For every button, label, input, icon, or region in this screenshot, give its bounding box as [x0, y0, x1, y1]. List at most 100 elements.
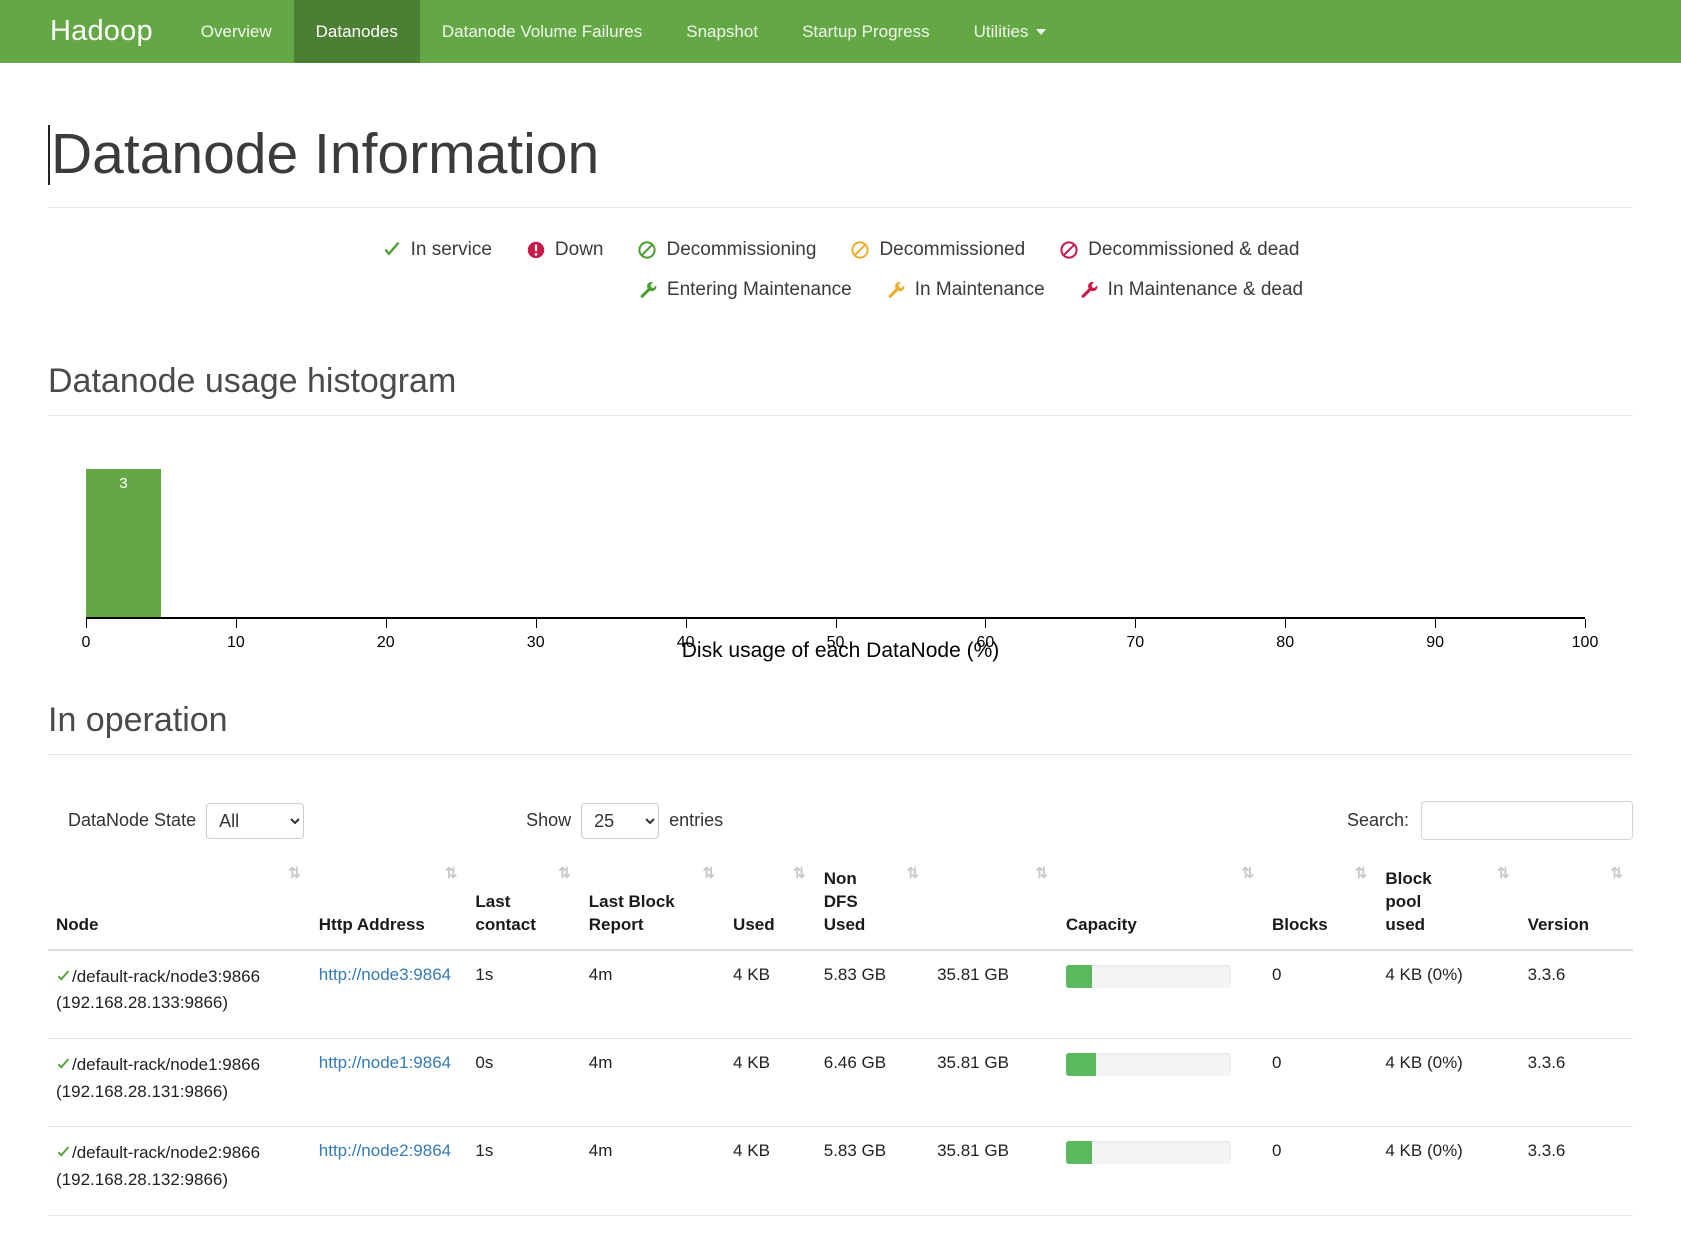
legend-entry-in-maintenance-dead: In Maintenance & dead — [1079, 270, 1303, 310]
cell-version: 3.3.6 — [1519, 1038, 1633, 1128]
column-header-last-block-report[interactable]: Last Block Report ⇅ — [580, 858, 726, 951]
cell-non-dfs-used: 5.83 GB — [815, 949, 930, 1040]
node-ip: (192.168.28.131:9866) — [56, 1081, 229, 1101]
sort-toggle-icon[interactable]: ⇅ — [1610, 864, 1623, 884]
nav-item-label: Datanodes — [315, 21, 398, 41]
sort-toggle-icon[interactable]: ⇅ — [558, 864, 571, 884]
datanodes-table: Node ⇅ Http Address ⇅ Last contact ⇅ Last Bloc… — [48, 858, 1633, 1216]
node-name: /default-rack/node3:9866 — [72, 966, 261, 986]
legend-entry-decommissioned: Decommissioned — [850, 230, 1025, 270]
cell-blocks: 0 — [1264, 949, 1378, 1040]
legend-label: In Maintenance — [914, 279, 1045, 300]
legend-entry-decommissioning: Decommissioning — [637, 230, 816, 270]
cell-non-dfs-used: 5.83 GB — [815, 1126, 930, 1216]
column-header-blocks[interactable]: Blocks ⇅ — [1264, 858, 1378, 951]
page-length-control: Show 25 entries — [526, 802, 723, 839]
node-ip: (192.168.28.133:9866) — [56, 993, 229, 1013]
cell-node: /default-rack/node3:9866 (192.168.28.133:… — [48, 949, 311, 1040]
cell-http-address: http://node2:9864 — [310, 1126, 468, 1216]
sort-toggle-icon[interactable]: ⇅ — [445, 864, 458, 884]
cell-capacity-text: 35.81 GB — [929, 1038, 1058, 1128]
nav-item-snapshot[interactable]: Snapshot — [664, 0, 780, 63]
nav-item-overview[interactable]: Overview — [179, 0, 294, 63]
column-header-spacer[interactable]: ⇅ — [929, 858, 1058, 951]
cell-used: 4 KB — [725, 949, 816, 1040]
in-operation-title: In operation — [48, 701, 1633, 755]
sort-toggle-icon[interactable]: ⇅ — [1241, 864, 1254, 884]
column-header-label: Non DFS Used — [823, 869, 866, 934]
nav-item-label: Datanode Volume Failures — [441, 21, 643, 41]
x-axis-tick — [1585, 619, 1586, 628]
cell-version: 3.3.6 — [1519, 1126, 1633, 1216]
nav-item-startup-progress[interactable]: Startup Progress — [780, 0, 952, 63]
legend-label: Decommissioning — [666, 239, 817, 260]
search-control: Search: — [1347, 801, 1633, 840]
chart-plot-area: 0 10 20 30 40 50 60 70 80 90 100 3 — [82, 444, 1598, 651]
sort-toggle-icon[interactable]: ⇅ — [1035, 864, 1048, 884]
nav-item-label: Startup Progress — [802, 21, 930, 41]
nav-item-datanodes[interactable]: Datanodes — [293, 0, 420, 63]
exclamation-circle-icon — [526, 240, 546, 260]
cell-last-block-report: 4m — [580, 1038, 726, 1128]
cell-capacity-bar — [1057, 1038, 1265, 1128]
legend-entry-entering-maintenance: Entering Maintenance — [638, 270, 852, 310]
nav-item-utilities[interactable]: Utilities — [952, 0, 1069, 63]
cell-blocks: 0 — [1264, 1126, 1378, 1216]
page-title: Datanode Information — [48, 124, 1633, 208]
cell-block-pool-used: 4 KB (0%) — [1377, 949, 1520, 1040]
ban-circle-icon — [850, 240, 870, 260]
column-header-label: Used — [733, 914, 775, 934]
nav-item-label: Utilities — [973, 21, 1029, 41]
column-header-label: Node — [56, 914, 99, 934]
column-header-used[interactable]: Used ⇅ — [725, 858, 816, 951]
legend-row-maintenance: Entering Maintenance In Maintenance In Mai… — [48, 270, 1633, 310]
cell-block-pool-used: 4 KB (0%) — [1377, 1126, 1520, 1216]
sort-toggle-icon[interactable]: ⇅ — [793, 864, 806, 884]
column-header-label: Last contact — [475, 891, 536, 934]
cell-node: /default-rack/node2:9866 (192.168.28.132:… — [48, 1126, 311, 1216]
cell-blocks: 0 — [1264, 1038, 1378, 1128]
capacity-progress-fill — [1065, 964, 1093, 988]
wrench-icon — [886, 280, 906, 300]
legend-entry-decommissioned-dead: Decommissioned & dead — [1059, 230, 1299, 270]
main-navbar: Hadoop Overview Datanodes Datanode Volume … — [0, 0, 1681, 63]
datanode-state-select[interactable]: All — [206, 802, 305, 839]
sort-toggle-icon[interactable]: ⇅ — [702, 864, 715, 884]
datanode-state-filter: DataNode State All — [48, 802, 305, 839]
check-icon — [56, 1143, 71, 1168]
http-address-link[interactable]: http://node2:9864 — [319, 1141, 451, 1160]
cell-capacity-text: 35.81 GB — [929, 949, 1058, 1040]
brand-logo[interactable]: Hadoop — [38, 0, 179, 63]
histogram-bar[interactable]: 3 — [86, 469, 161, 617]
column-header-node[interactable]: Node ⇅ — [48, 858, 311, 951]
cell-used: 4 KB — [725, 1126, 816, 1216]
datanode-state-label: DataNode State — [68, 810, 197, 830]
column-header-http-address[interactable]: Http Address ⇅ — [310, 858, 468, 951]
http-address-link[interactable]: http://node3:9864 — [319, 965, 451, 984]
sort-toggle-icon[interactable]: ⇅ — [907, 864, 920, 884]
x-axis-tick — [1135, 619, 1137, 628]
entries-per-page-select[interactable]: 25 — [581, 802, 660, 839]
x-axis-tick — [835, 619, 837, 628]
capacity-progress-fill — [1065, 1141, 1093, 1165]
sort-toggle-icon[interactable]: ⇅ — [288, 864, 301, 884]
sort-toggle-icon[interactable]: ⇅ — [1497, 864, 1510, 884]
column-header-label: Http Address — [318, 914, 425, 934]
column-header-last-contact[interactable]: Last contact ⇅ — [467, 858, 581, 951]
x-axis-tick — [1435, 619, 1437, 628]
http-address-link[interactable]: http://node1:9864 — [319, 1053, 451, 1072]
search-input[interactable] — [1421, 801, 1633, 840]
sort-toggle-icon[interactable]: ⇅ — [1355, 864, 1368, 884]
column-header-non-dfs-used[interactable]: Non DFS Used ⇅ — [815, 858, 930, 951]
wrench-icon — [638, 280, 658, 300]
nav-item-datanode-volume-failures[interactable]: Datanode Volume Failures — [420, 0, 664, 63]
column-header-block-pool-used[interactable]: Block pool used ⇅ — [1377, 858, 1520, 951]
cell-non-dfs-used: 6.46 GB — [815, 1038, 930, 1128]
cell-last-contact: 0s — [467, 1038, 581, 1128]
column-header-version[interactable]: Version ⇅ — [1519, 858, 1633, 951]
capacity-progress-bar — [1065, 1141, 1231, 1165]
check-icon — [56, 967, 71, 992]
check-icon — [56, 1055, 71, 1080]
column-header-capacity[interactable]: Capacity ⇅ — [1057, 858, 1265, 951]
cell-capacity-bar — [1057, 1126, 1265, 1216]
